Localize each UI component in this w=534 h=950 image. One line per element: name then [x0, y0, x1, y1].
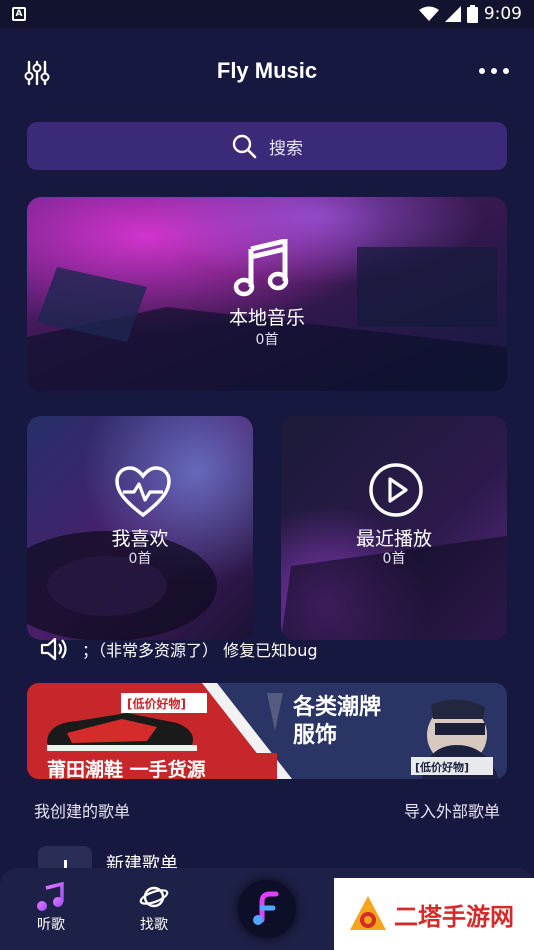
more-icon[interactable]: [478, 64, 510, 78]
watermark-logo: [350, 896, 386, 930]
liked-count: 0首: [128, 551, 152, 567]
search-bar[interactable]: 搜索: [27, 122, 507, 170]
music-note-icon: [233, 239, 289, 297]
announcement-text: ；（非常多资源了） 修复已知bug: [82, 641, 318, 660]
import-playlist-link[interactable]: 导入外部歌单: [404, 798, 500, 822]
local-music-card[interactable]: 本地音乐 0首: [27, 197, 507, 391]
nav-find-label: 找歌: [140, 917, 168, 933]
battery-icon: [466, 5, 478, 23]
app-title: Fly Music: [216, 58, 318, 83]
status-time: 9:09: [483, 4, 522, 24]
recent-count: 0首: [382, 551, 406, 567]
watermark-text: 二塔手游网: [394, 902, 514, 931]
ad-line-2: 服饰: [293, 723, 338, 748]
app-notification-icon: A: [12, 7, 26, 21]
nav-find[interactable]: 找歌: [124, 882, 184, 934]
status-bar: A 9:09: [0, 0, 534, 28]
music-icon: [37, 882, 64, 911]
top-bar: Fly Music: [0, 28, 534, 118]
announcement-bar[interactable]: ；（非常多资源了） 修复已知bug: [40, 634, 318, 664]
signal-icon: [444, 6, 461, 22]
speaker-icon: [40, 637, 67, 661]
heart-pulse-icon: [115, 466, 171, 518]
nav-listen[interactable]: 听歌: [21, 882, 81, 934]
play-circle-icon: [369, 463, 423, 517]
local-music-label: 本地音乐: [228, 307, 305, 329]
ad-tag-right: [低价好物]: [415, 761, 470, 774]
player-logo-icon: [253, 891, 279, 925]
nav-listen-label: 听歌: [37, 917, 65, 933]
local-music-count: 0首: [255, 332, 279, 348]
player-button[interactable]: [238, 880, 296, 938]
search-icon: [232, 134, 257, 159]
liked-card[interactable]: 我喜欢 0首: [27, 416, 253, 640]
my-playlists-heading: 我创建的歌单: [34, 802, 131, 821]
ad-headline: 莆田潮鞋 一手货源: [47, 759, 206, 779]
liked-label: 我喜欢: [111, 528, 169, 550]
ad-tag-left: [低价好物]: [127, 697, 186, 711]
site-watermark: 二塔手游网: [334, 878, 534, 950]
ad-banner[interactable]: [低价好物] 莆田潮鞋 一手货源 各类潮牌 服饰 [低价好物]: [27, 683, 507, 779]
planet-icon: [139, 886, 169, 908]
search-placeholder: 搜索: [269, 138, 303, 159]
recent-card[interactable]: 最近播放 0首: [281, 416, 507, 640]
wifi-icon: [418, 6, 439, 21]
recent-label: 最近播放: [355, 528, 432, 550]
